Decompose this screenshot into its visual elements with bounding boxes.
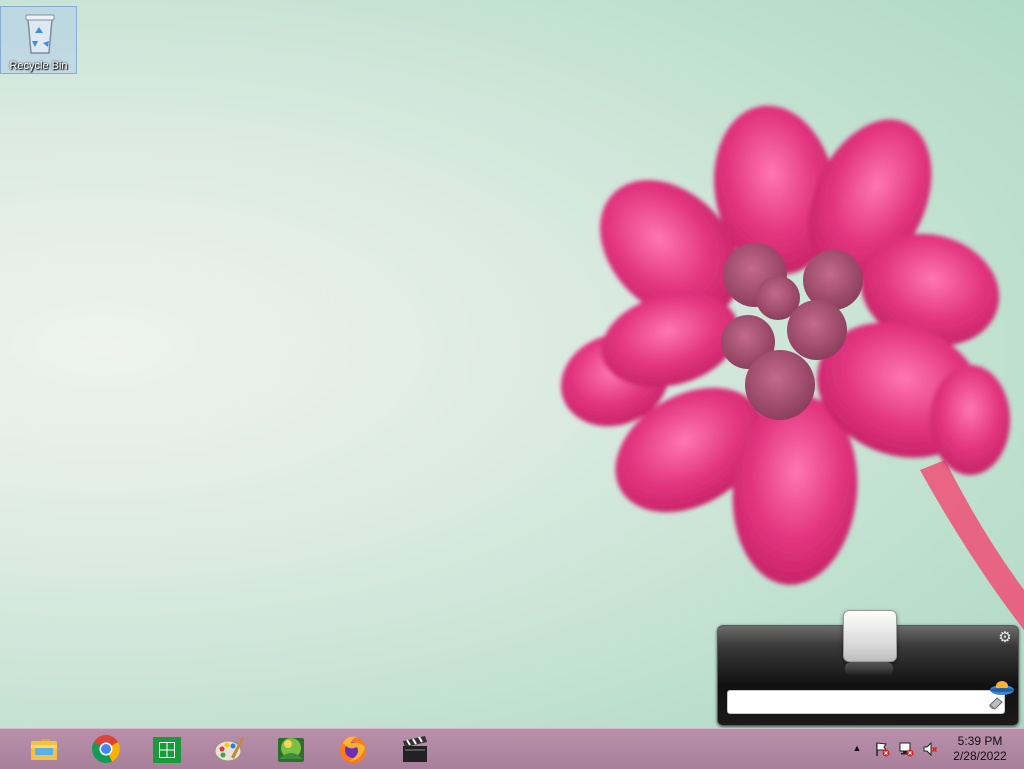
firefox-icon — [340, 736, 366, 763]
action-center-flag-icon[interactable] — [874, 741, 890, 757]
clapperboard-icon — [403, 736, 427, 762]
gadget-input[interactable] — [727, 690, 1005, 714]
photo-gallery-icon — [278, 738, 304, 762]
show-hidden-icons-arrow[interactable]: ▲ — [851, 742, 863, 754]
taskbar-movie-maker[interactable] — [388, 731, 442, 767]
taskbar-file-explorer[interactable] — [17, 731, 71, 767]
volume-muted-icon[interactable] — [922, 741, 938, 757]
clock-date: 2/28/2022 — [953, 749, 1007, 763]
desktop-gadget: ⚙ — [717, 610, 1019, 726]
desktop-icon-label: Recycle Bin — [9, 60, 68, 72]
store-icon — [153, 737, 181, 763]
settings-gear-icon[interactable]: ⚙ — [997, 630, 1013, 646]
clock-time: 5:39 PM — [957, 734, 1003, 748]
taskbar-chrome[interactable] — [79, 731, 133, 767]
slider-reflection — [845, 662, 893, 676]
taskbar-firefox[interactable] — [326, 731, 380, 767]
gadget-slider-handle[interactable] — [843, 610, 897, 662]
taskbar-store[interactable] — [140, 731, 194, 767]
eraser-icon[interactable] — [988, 696, 1004, 710]
paint-palette-icon — [214, 737, 244, 762]
taskbar-photo-app[interactable] — [264, 731, 318, 767]
taskbar: ▲ 5:39 PM 2/28/2022 — [0, 728, 1024, 769]
taskbar-clock[interactable]: 5:39 PM 2/28/2022 — [948, 734, 1012, 764]
ufo-icon[interactable] — [989, 678, 1015, 698]
taskbar-paint[interactable] — [202, 731, 256, 767]
wallpaper-flower — [561, 105, 1024, 630]
folder-icon — [31, 739, 57, 760]
chrome-icon — [92, 735, 120, 763]
network-icon[interactable] — [898, 741, 914, 757]
recycle-bin-icon — [25, 14, 55, 54]
desktop-icon-recycle-bin[interactable]: Recycle Bin — [0, 6, 77, 74]
